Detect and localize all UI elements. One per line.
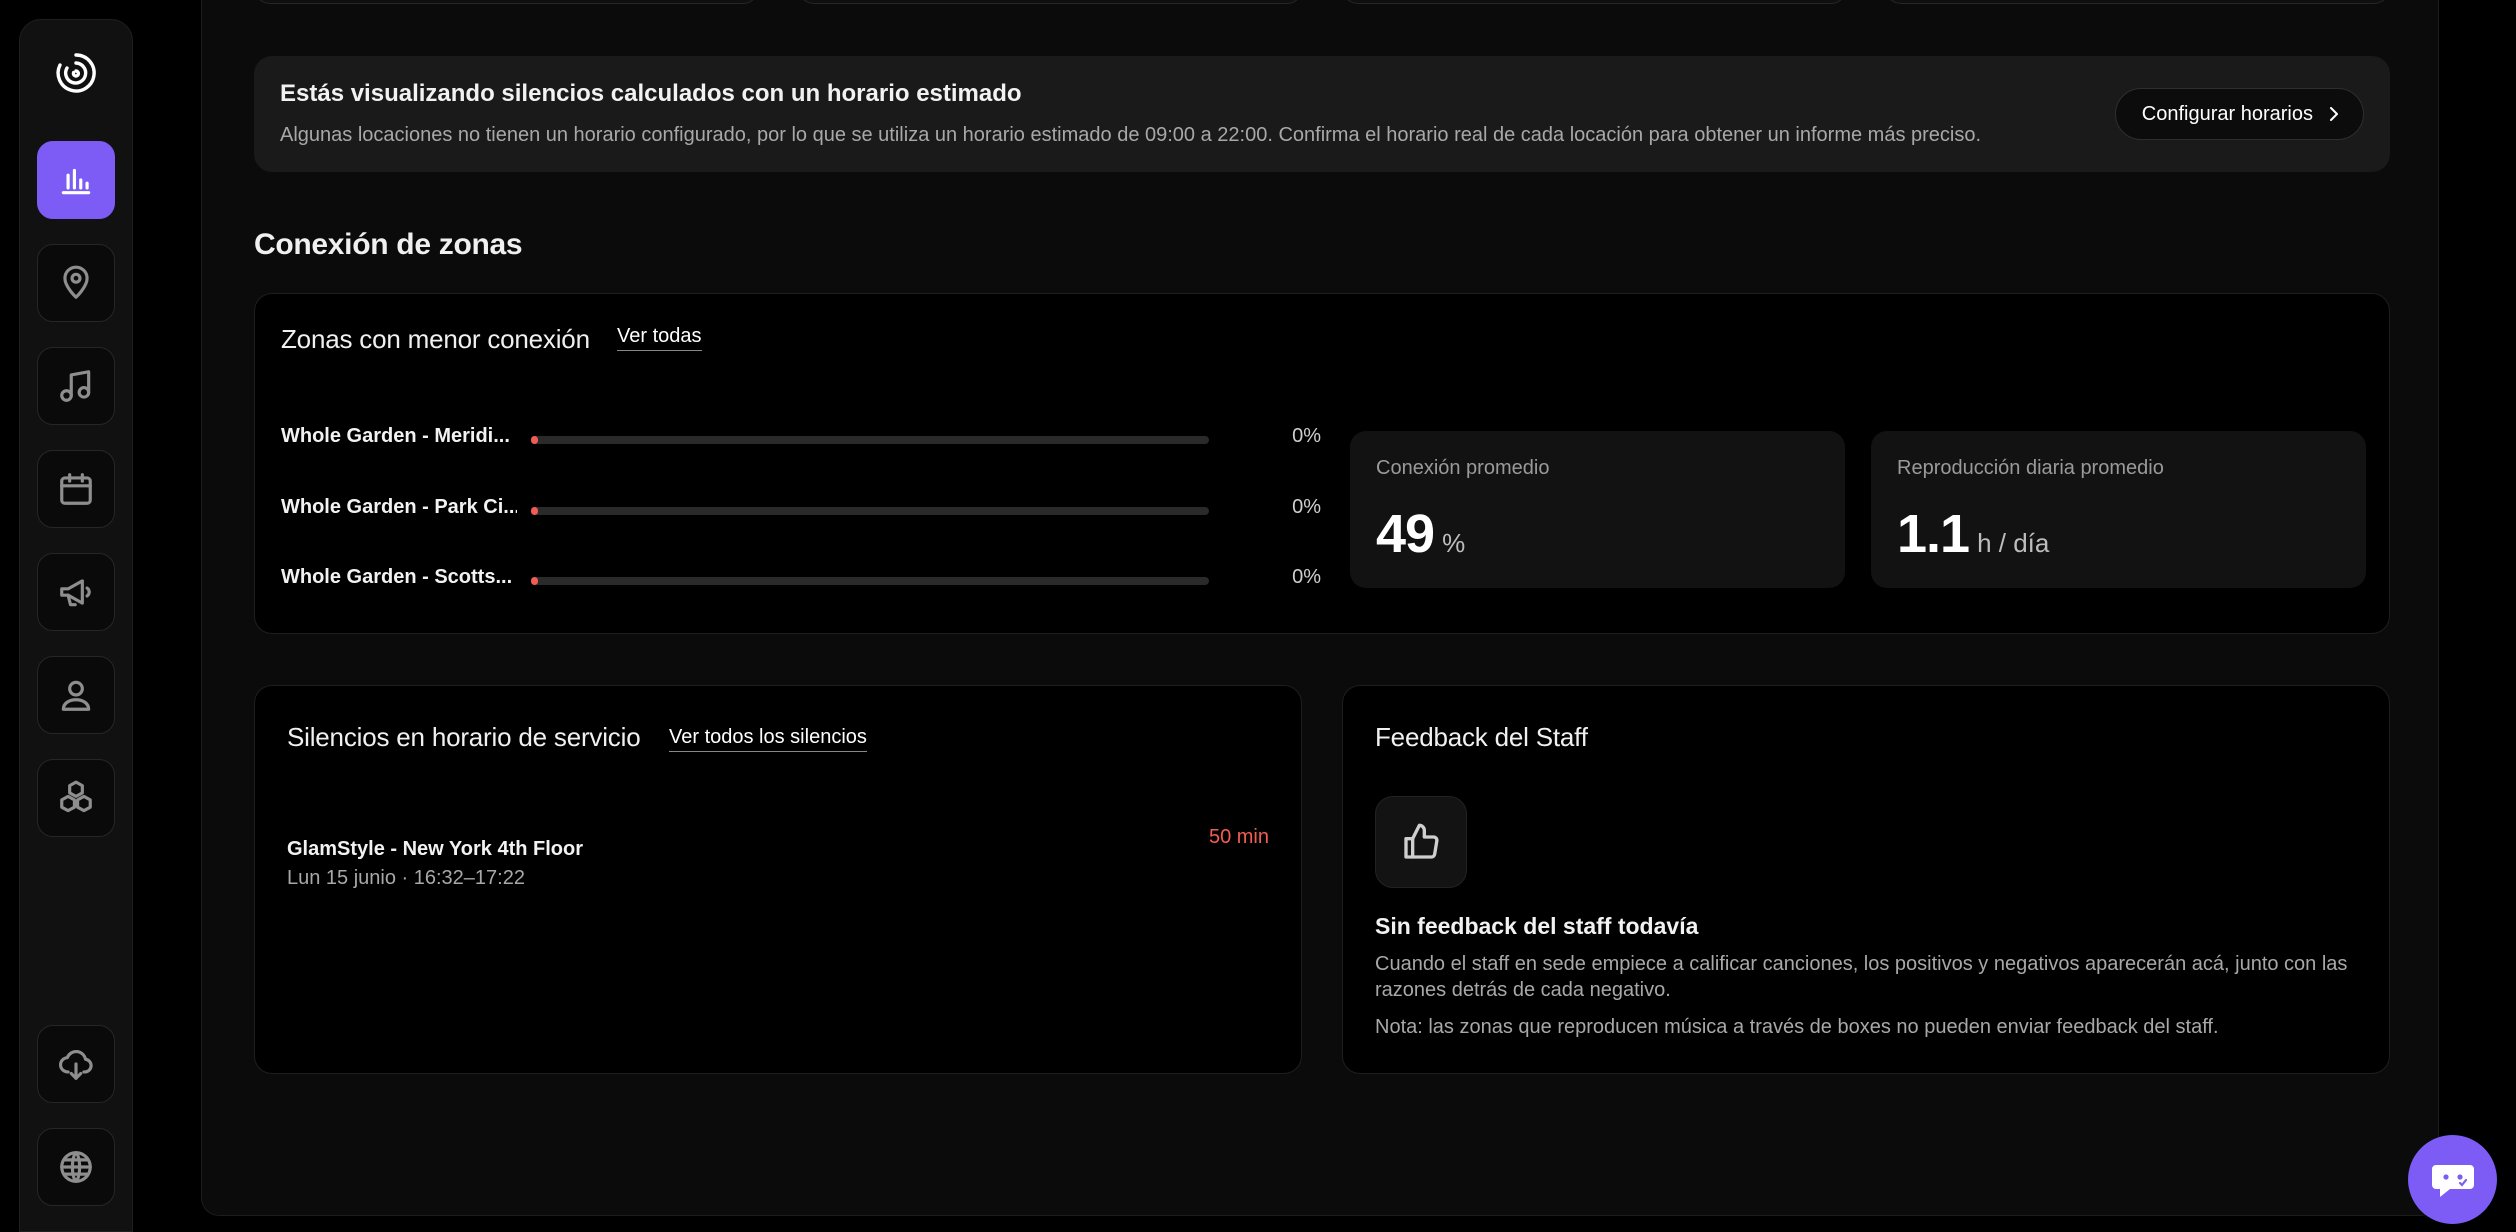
feedback-empty-text: Cuando el staff en sede empiece a califi… (1375, 953, 2348, 1001)
sidebar-item-integrations[interactable] (37, 759, 115, 837)
zone-percent: 0% (1292, 496, 1321, 518)
configure-schedules-label: Configurar horarios (2141, 102, 2313, 125)
calendar-icon (60, 473, 92, 505)
zone-progress-fill (531, 507, 538, 515)
card-stub (254, 0, 759, 4)
zone-name: Whole Garden - Park Ci... (281, 496, 517, 518)
megaphone-icon (60, 579, 91, 607)
avg-connection-stat: Conexión promedio 49% (1350, 431, 1845, 588)
zone-row[interactable]: Whole Garden - Meridi... 0% (281, 423, 1321, 453)
user-icon (61, 680, 91, 711)
top-cards-stub (254, 0, 2390, 4)
staff-feedback-card: Feedback del Staff Sin feedback del staf… (1342, 685, 2390, 1074)
chat-bubble-icon (2431, 1164, 2474, 1197)
stat-unit: h / día (1977, 528, 2050, 558)
stat-unit: % (1442, 528, 1466, 558)
silences-card-title: Silencios en horario de servicio (287, 722, 641, 752)
zones-card-title: Zonas con menor conexión (281, 324, 590, 354)
sidebar-item-language[interactable] (37, 1128, 115, 1206)
stat-value: 49% (1376, 503, 1465, 565)
card-stub (1885, 0, 2390, 4)
sidebar-item-schedule[interactable] (37, 450, 115, 528)
view-all-silences-link[interactable]: Ver todos los silencios (669, 726, 867, 752)
zone-percent: 0% (1292, 566, 1321, 588)
main-panel: Estás visualizando silencios calculados … (201, 0, 2439, 1216)
chevron-right-icon (2330, 107, 2338, 121)
globe-icon (60, 1151, 92, 1183)
stat-label: Reproducción diaria promedio (1897, 457, 2164, 479)
section-title: Conexión de zonas (254, 228, 523, 261)
zone-progress-track (531, 577, 1209, 585)
zone-name: Whole Garden - Meridi... (281, 425, 510, 447)
zone-progress-fill (531, 577, 538, 585)
zone-row[interactable]: Whole Garden - Park Ci... 0% (281, 494, 1321, 524)
zone-name: Whole Garden - Scotts... (281, 566, 513, 588)
cubes-icon (60, 780, 92, 813)
avg-daily-playback-stat: Reproducción diaria promedio 1.1 h / día (1871, 431, 2366, 588)
estimated-schedule-notice: Estás visualizando silencios calculados … (254, 56, 2390, 172)
stat-value: 1.1 h / día (1897, 503, 2049, 565)
app-logo-icon[interactable] (47, 44, 105, 102)
support-chat-button[interactable] (2408, 1135, 2497, 1224)
zones-connection-card: Zonas con menor conexión Ver todas Whole… (254, 293, 2390, 634)
sidebar-item-music[interactable] (37, 347, 115, 425)
cloud-download-icon (58, 1049, 93, 1080)
card-stub (1342, 0, 1847, 4)
stat-number: 49 (1376, 504, 1435, 564)
service-silences-card: Silencios en horario de servicio Ver tod… (254, 685, 1302, 1074)
stat-label: Conexión promedio (1376, 457, 1550, 479)
zone-progress-track (531, 507, 1209, 515)
sidebar-item-locations[interactable] (37, 244, 115, 322)
zone-progress-track (531, 436, 1209, 444)
zone-row[interactable]: Whole Garden - Scotts... 0% (281, 564, 1321, 594)
feedback-note: Nota: las zonas que reproducen música a … (1375, 1016, 2219, 1038)
sidebar-item-analytics[interactable] (37, 141, 115, 219)
sidebar-item-download[interactable] (37, 1025, 115, 1103)
map-pin-icon (63, 265, 89, 299)
notice-title: Estás visualizando silencios calculados … (280, 80, 1022, 107)
bar-chart-icon (61, 168, 91, 195)
sidebar-item-users[interactable] (37, 656, 115, 734)
view-all-zones-link[interactable]: Ver todas (617, 325, 702, 351)
configure-schedules-button[interactable]: Configurar horarios (2114, 88, 2364, 140)
thumbs-up-icon (1404, 823, 1439, 859)
silence-location: GlamStyle - New York 4th Floor (287, 838, 583, 860)
zone-progress-fill (531, 436, 538, 444)
feedback-empty-title: Sin feedback del staff todavía (1375, 913, 1699, 939)
stat-number: 1.1 (1897, 504, 1970, 564)
music-note-icon (60, 370, 91, 402)
feedback-card-title: Feedback del Staff (1375, 722, 1588, 752)
sidebar (19, 19, 133, 1232)
notice-text: Algunas locaciones no tienen un horario … (280, 124, 1982, 146)
sidebar-item-announcements[interactable] (37, 553, 115, 631)
feedback-empty-state-badge (1375, 796, 1467, 888)
silence-time: Lun 15 junio · 16:32–17:22 (287, 867, 525, 889)
zone-percent: 0% (1292, 425, 1321, 447)
card-stub (798, 0, 1303, 4)
silence-duration: 50 min (1208, 826, 1269, 848)
